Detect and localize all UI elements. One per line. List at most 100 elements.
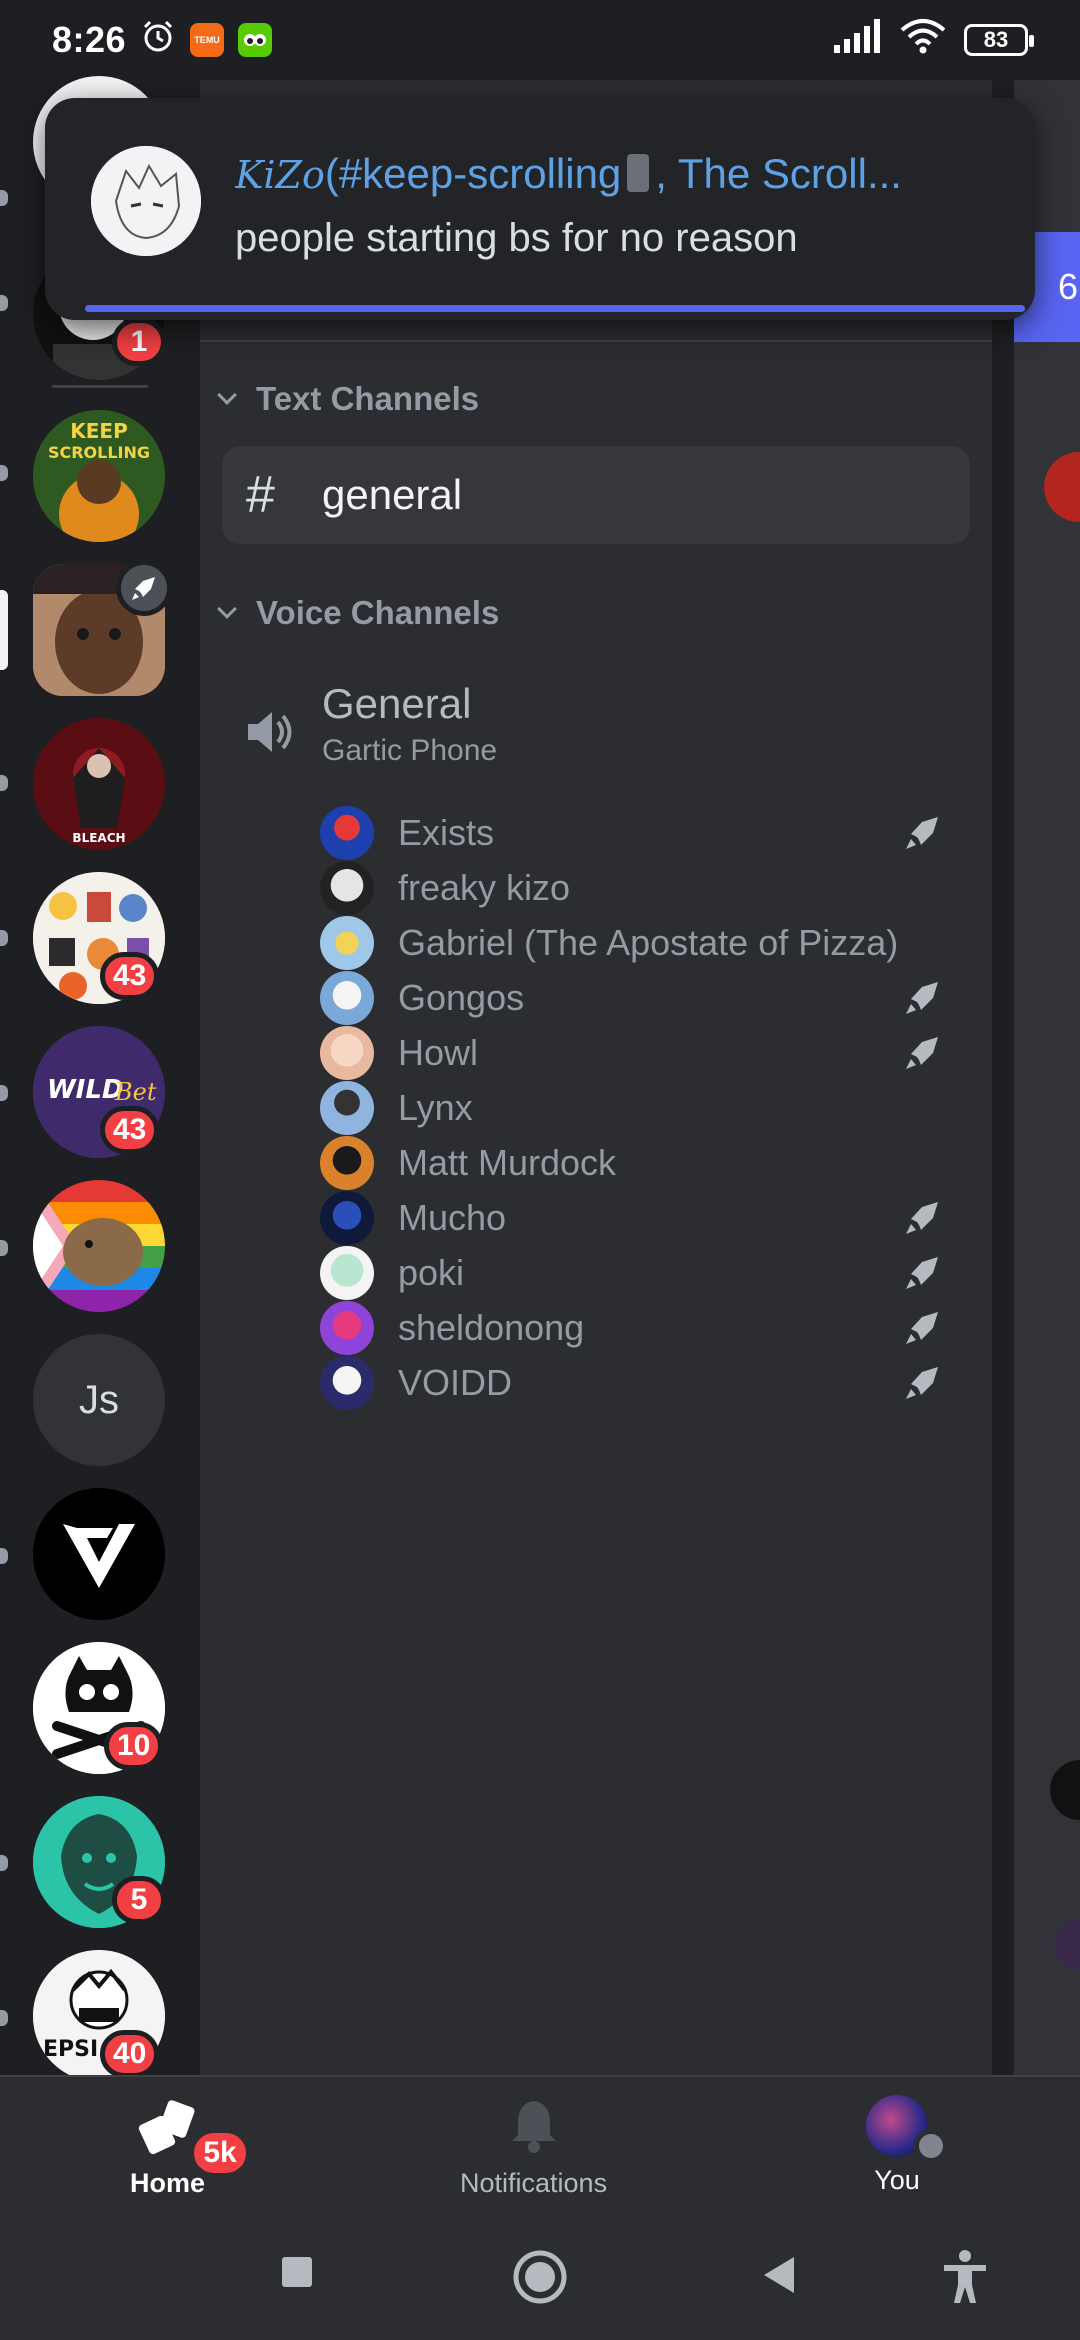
avatar bbox=[320, 1191, 374, 1245]
server-badge-epsi: 40 bbox=[100, 2030, 160, 2078]
channel-panel: Text Channels # general Voice Channels G… bbox=[200, 80, 992, 2075]
unread-pill bbox=[0, 2010, 8, 2026]
category-label: Text Channels bbox=[256, 380, 480, 417]
alarm-icon bbox=[140, 18, 176, 63]
boost-rocket-icon bbox=[902, 1198, 942, 1238]
notification-progress bbox=[85, 305, 1025, 312]
avatar bbox=[320, 806, 374, 860]
avatar bbox=[320, 1026, 374, 1080]
boost-badge bbox=[116, 560, 172, 616]
server-keep-scrolling[interactable]: KEEP SCROLLING bbox=[33, 410, 165, 542]
unread-pill bbox=[0, 1855, 8, 1871]
voice-user-name: Gabriel (The Apostate of Pizza) bbox=[398, 922, 899, 963]
unread-pill bbox=[0, 465, 8, 481]
accessibility-icon[interactable] bbox=[940, 2249, 990, 2310]
chevron-down-icon bbox=[217, 599, 237, 619]
unread-pill bbox=[0, 775, 8, 791]
voice-user-name: Lynx bbox=[398, 1087, 473, 1128]
status-dot bbox=[914, 2129, 948, 2163]
unread-pill bbox=[0, 190, 8, 206]
avatar bbox=[1044, 452, 1080, 522]
server-v[interactable] bbox=[33, 1488, 165, 1620]
voice-user-voidd[interactable]: VOIDD bbox=[320, 1348, 960, 1418]
boost-rocket-icon bbox=[902, 978, 942, 1018]
notification-message: people starting bs for no reason bbox=[235, 216, 798, 260]
voice-user-name: sheldonong bbox=[398, 1307, 585, 1348]
server-js-initials: Js bbox=[79, 1377, 119, 1422]
category-text-channels[interactable]: Text Channels bbox=[212, 380, 479, 418]
boost-rocket-icon bbox=[902, 1308, 942, 1348]
selected-pill bbox=[0, 590, 8, 670]
server-badge-wildbet: 43 bbox=[100, 1106, 160, 1154]
unread-pill bbox=[0, 930, 8, 946]
avatar bbox=[320, 1356, 374, 1410]
notification-server: , The Scroll... bbox=[655, 150, 902, 197]
back-button[interactable] bbox=[760, 2255, 796, 2300]
server-badge-kizo: 1 bbox=[112, 318, 166, 366]
boost-rocket-icon bbox=[902, 813, 942, 853]
profile-avatar bbox=[866, 2095, 948, 2163]
svg-text:SCROLLING: SCROLLING bbox=[48, 443, 150, 462]
server-badge-skull: 10 bbox=[104, 1722, 164, 1770]
nav-you-label: You bbox=[874, 2165, 920, 2195]
boost-rocket-icon bbox=[902, 1253, 942, 1293]
recents-button[interactable] bbox=[280, 2255, 314, 2294]
avatar bbox=[320, 1246, 374, 1300]
avatar bbox=[320, 971, 374, 1025]
voice-user-name: poki bbox=[398, 1252, 465, 1293]
temu-app-icon: TEMU bbox=[190, 23, 225, 57]
nav-home-label: Home bbox=[130, 2168, 206, 2198]
home-button[interactable] bbox=[512, 2249, 568, 2310]
voice-channel-general[interactable]: General Gartic Phone bbox=[240, 680, 497, 768]
home-badge: 5k bbox=[190, 2129, 250, 2177]
notification-sender: KiZo bbox=[235, 153, 325, 197]
wifi-icon bbox=[900, 18, 946, 63]
avatar bbox=[1050, 1760, 1080, 1820]
nav-notifications-label: Notifications bbox=[460, 2168, 608, 2198]
category-voice-channels[interactable]: Voice Channels bbox=[212, 594, 499, 632]
category-label: Voice Channels bbox=[256, 594, 500, 631]
svg-text:KEEP: KEEP bbox=[70, 419, 127, 443]
server-capybara[interactable] bbox=[33, 1180, 165, 1312]
nav-you[interactable]: You bbox=[866, 2095, 948, 2196]
status-bar: 8:26 TEMU 83 bbox=[0, 0, 1080, 80]
channel-name: general bbox=[322, 471, 463, 518]
phone-icon bbox=[627, 154, 650, 192]
notification-title: KiZo(#keep-scrolling , The Scroll... bbox=[235, 150, 1025, 198]
avatar bbox=[320, 1081, 374, 1135]
unread-pill bbox=[0, 1548, 8, 1564]
boost-rocket-icon bbox=[902, 1363, 942, 1403]
peek-text: 6 bbox=[1058, 266, 1079, 307]
nav-notifications[interactable]: Notifications bbox=[460, 2095, 607, 2199]
header-divider bbox=[200, 340, 992, 342]
avatar bbox=[320, 1301, 374, 1355]
system-nav bbox=[0, 2235, 1080, 2340]
hash-icon: # bbox=[246, 466, 275, 524]
voice-user-name: Exists bbox=[398, 812, 495, 853]
unread-pill bbox=[0, 1240, 8, 1256]
battery-indicator: 83 bbox=[964, 24, 1034, 56]
notification-avatar bbox=[91, 146, 201, 256]
channel-general-text[interactable]: # general bbox=[222, 446, 970, 544]
bottom-nav: Home 5k Notifications You bbox=[0, 2075, 1080, 2235]
chevron-down-icon bbox=[217, 385, 237, 405]
server-rail: 1 KEEP SCROLLING BLEACH 43 WILD Bet 43 J… bbox=[0, 76, 200, 2082]
voice-user-name: Gongos bbox=[398, 977, 525, 1018]
chat-panel-peek[interactable]: 6 bbox=[1014, 80, 1080, 2075]
voice-channel-activity: Gartic Phone bbox=[322, 734, 498, 767]
server-bleach[interactable]: BLEACH bbox=[33, 718, 165, 850]
avatar bbox=[320, 861, 374, 915]
voice-user-name: Howl bbox=[398, 1032, 479, 1073]
svg-text:WILD: WILD bbox=[47, 1075, 124, 1105]
bell-icon bbox=[504, 2095, 564, 2160]
svg-text:BLEACH: BLEACH bbox=[72, 831, 125, 845]
message-notification[interactable]: KiZo(#keep-scrolling , The Scroll... peop… bbox=[45, 98, 1035, 320]
rail-divider bbox=[52, 385, 148, 388]
svg-text:Bet: Bet bbox=[114, 1078, 157, 1106]
discord-app: 8:26 TEMU 83 1 KEEP SCROLLING BLEACH 43 … bbox=[0, 0, 1080, 2340]
voice-channel-name: General bbox=[322, 680, 472, 727]
avatar bbox=[320, 1136, 374, 1190]
duolingo-app-icon bbox=[238, 23, 273, 57]
server-badge-stickers: 43 bbox=[100, 952, 160, 1000]
server-js[interactable]: Js bbox=[33, 1334, 165, 1466]
